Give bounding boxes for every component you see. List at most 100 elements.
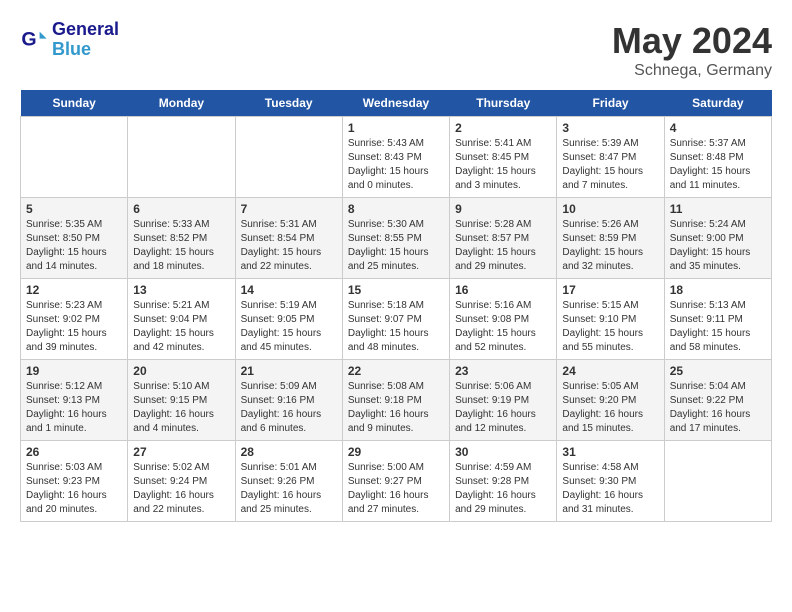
logo-general: General [52, 20, 119, 40]
day-info: Sunrise: 5:08 AM Sunset: 9:18 PM Dayligh… [348, 380, 444, 436]
calendar-cell: 27Sunrise: 5:02 AM Sunset: 9:24 PM Dayli… [128, 441, 235, 522]
calendar-cell: 23 Sunrise: 5:06 AM Sunset: 9:19 PM Dayli… [450, 360, 557, 441]
day-number: 21 [241, 364, 337, 378]
title-block: May 2024 Schnega, Germany [612, 20, 772, 80]
calendar-cell: 5 Sunrise: 5:35 AM Sunset: 8:50 PM Daylig… [21, 198, 128, 279]
day-number: 25 [670, 364, 766, 378]
day-info: Sunrise: 5:00 AM Sunset: 9:27 PM Dayligh… [348, 461, 444, 517]
day-info: Sunrise: 5:03 AM Sunset: 9:23 PM Dayligh… [26, 461, 122, 517]
day-info: Sunrise: 5:18 AM Sunset: 9:07 PM Dayligh… [348, 299, 444, 355]
day-number: 16 [455, 283, 551, 297]
day-info: Sunrise: 5:30 AM Sunset: 8:55 PM Dayligh… [348, 218, 444, 274]
calendar-cell: 10Sunrise: 5:26 AM Sunset: 8:59 PM Dayli… [557, 198, 664, 279]
logo-blue: Blue [52, 40, 119, 60]
day-info: Sunrise: 5:15 AM Sunset: 9:10 PM Dayligh… [562, 299, 658, 355]
day-info: Sunrise: 5:23 AM Sunset: 9:02 PM Dayligh… [26, 299, 122, 355]
day-number: 12 [26, 283, 122, 297]
day-number: 3 [562, 121, 658, 135]
day-number: 9 [455, 202, 551, 216]
logo: G General Blue [20, 20, 119, 60]
day-number: 24 [562, 364, 658, 378]
calendar-cell: 18Sunrise: 5:13 AM Sunset: 9:11 PM Dayli… [664, 279, 771, 360]
day-number: 15 [348, 283, 444, 297]
day-number: 11 [670, 202, 766, 216]
day-header-friday: Friday [557, 90, 664, 117]
calendar-week-1: 1 Sunrise: 5:43 AM Sunset: 8:43 PM Daylig… [21, 117, 772, 198]
calendar-cell: 30Sunrise: 4:59 AM Sunset: 9:28 PM Dayli… [450, 441, 557, 522]
calendar-header-row: SundayMondayTuesdayWednesdayThursdayFrid… [21, 90, 772, 117]
calendar-cell: 28 Sunrise: 5:01 AM Sunset: 9:26 PM Dayli… [235, 441, 342, 522]
day-header-thursday: Thursday [450, 90, 557, 117]
calendar-cell: 3Sunrise: 5:39 AM Sunset: 8:47 PM Daylig… [557, 117, 664, 198]
day-number: 20 [133, 364, 229, 378]
page-header: G General Blue May 2024 Schnega, Germany [20, 20, 772, 80]
calendar-cell: 7 Sunrise: 5:31 AM Sunset: 8:54 PM Daylig… [235, 198, 342, 279]
month-title: May 2024 [612, 20, 772, 62]
day-number: 26 [26, 445, 122, 459]
calendar-cell: 17 Sunrise: 5:15 AM Sunset: 9:10 PM Dayli… [557, 279, 664, 360]
calendar-table: SundayMondayTuesdayWednesdayThursdayFrid… [20, 90, 772, 522]
calendar-week-3: 12 Sunrise: 5:23 AM Sunset: 9:02 PM Dayli… [21, 279, 772, 360]
day-number: 7 [241, 202, 337, 216]
day-info: Sunrise: 5:16 AM Sunset: 9:08 PM Dayligh… [455, 299, 551, 355]
day-number: 29 [348, 445, 444, 459]
day-number: 13 [133, 283, 229, 297]
day-info: Sunrise: 5:05 AM Sunset: 9:20 PM Dayligh… [562, 380, 658, 436]
calendar-cell: 21 Sunrise: 5:09 AM Sunset: 9:16 PM Dayli… [235, 360, 342, 441]
calendar-cell: 24 Sunrise: 5:05 AM Sunset: 9:20 PM Dayli… [557, 360, 664, 441]
calendar-cell [128, 117, 235, 198]
location-title: Schnega, Germany [612, 62, 772, 80]
day-header-tuesday: Tuesday [235, 90, 342, 117]
day-info: Sunrise: 5:31 AM Sunset: 8:54 PM Dayligh… [241, 218, 337, 274]
day-header-monday: Monday [128, 90, 235, 117]
day-info: Sunrise: 5:01 AM Sunset: 9:26 PM Dayligh… [241, 461, 337, 517]
day-number: 23 [455, 364, 551, 378]
calendar-cell: 9 Sunrise: 5:28 AM Sunset: 8:57 PM Daylig… [450, 198, 557, 279]
day-number: 17 [562, 283, 658, 297]
day-number: 28 [241, 445, 337, 459]
calendar-cell: 29 Sunrise: 5:00 AM Sunset: 9:27 PM Dayli… [342, 441, 449, 522]
calendar-cell: 25 Sunrise: 5:04 AM Sunset: 9:22 PM Dayli… [664, 360, 771, 441]
calendar-cell: 15 Sunrise: 5:18 AM Sunset: 9:07 PM Dayli… [342, 279, 449, 360]
calendar-cell: 6 Sunrise: 5:33 AM Sunset: 8:52 PM Daylig… [128, 198, 235, 279]
calendar-cell: 14Sunrise: 5:19 AM Sunset: 9:05 PM Dayli… [235, 279, 342, 360]
day-info: Sunrise: 4:58 AM Sunset: 9:30 PM Dayligh… [562, 461, 658, 517]
day-info: Sunrise: 5:06 AM Sunset: 9:19 PM Dayligh… [455, 380, 551, 436]
day-info: Sunrise: 5:13 AM Sunset: 9:11 PM Dayligh… [670, 299, 766, 355]
day-number: 1 [348, 121, 444, 135]
day-header-wednesday: Wednesday [342, 90, 449, 117]
calendar-cell: 19Sunrise: 5:12 AM Sunset: 9:13 PM Dayli… [21, 360, 128, 441]
day-number: 22 [348, 364, 444, 378]
day-info: Sunrise: 4:59 AM Sunset: 9:28 PM Dayligh… [455, 461, 551, 517]
day-header-saturday: Saturday [664, 90, 771, 117]
logo-text: General Blue [52, 20, 119, 60]
calendar-cell: 12 Sunrise: 5:23 AM Sunset: 9:02 PM Dayli… [21, 279, 128, 360]
day-info: Sunrise: 5:02 AM Sunset: 9:24 PM Dayligh… [133, 461, 229, 517]
calendar-cell [21, 117, 128, 198]
day-info: Sunrise: 5:35 AM Sunset: 8:50 PM Dayligh… [26, 218, 122, 274]
calendar-cell [664, 441, 771, 522]
day-number: 8 [348, 202, 444, 216]
day-number: 6 [133, 202, 229, 216]
svg-text:G: G [21, 28, 36, 50]
calendar-cell: 1 Sunrise: 5:43 AM Sunset: 8:43 PM Daylig… [342, 117, 449, 198]
logo-icon: G [20, 26, 48, 54]
day-info: Sunrise: 5:04 AM Sunset: 9:22 PM Dayligh… [670, 380, 766, 436]
day-info: Sunrise: 5:09 AM Sunset: 9:16 PM Dayligh… [241, 380, 337, 436]
day-number: 31 [562, 445, 658, 459]
calendar-cell: 26 Sunrise: 5:03 AM Sunset: 9:23 PM Dayli… [21, 441, 128, 522]
day-info: Sunrise: 5:33 AM Sunset: 8:52 PM Dayligh… [133, 218, 229, 274]
calendar-cell: 11Sunrise: 5:24 AM Sunset: 9:00 PM Dayli… [664, 198, 771, 279]
day-info: Sunrise: 5:19 AM Sunset: 9:05 PM Dayligh… [241, 299, 337, 355]
calendar-cell: 16 Sunrise: 5:16 AM Sunset: 9:08 PM Dayli… [450, 279, 557, 360]
day-info: Sunrise: 5:43 AM Sunset: 8:43 PM Dayligh… [348, 137, 444, 193]
day-info: Sunrise: 5:28 AM Sunset: 8:57 PM Dayligh… [455, 218, 551, 274]
day-header-sunday: Sunday [21, 90, 128, 117]
day-info: Sunrise: 5:41 AM Sunset: 8:45 PM Dayligh… [455, 137, 551, 193]
calendar-cell: 13Sunrise: 5:21 AM Sunset: 9:04 PM Dayli… [128, 279, 235, 360]
calendar-cell: 4Sunrise: 5:37 AM Sunset: 8:48 PM Daylig… [664, 117, 771, 198]
day-number: 5 [26, 202, 122, 216]
day-info: Sunrise: 5:12 AM Sunset: 9:13 PM Dayligh… [26, 380, 122, 436]
calendar-week-4: 19Sunrise: 5:12 AM Sunset: 9:13 PM Dayli… [21, 360, 772, 441]
day-number: 2 [455, 121, 551, 135]
